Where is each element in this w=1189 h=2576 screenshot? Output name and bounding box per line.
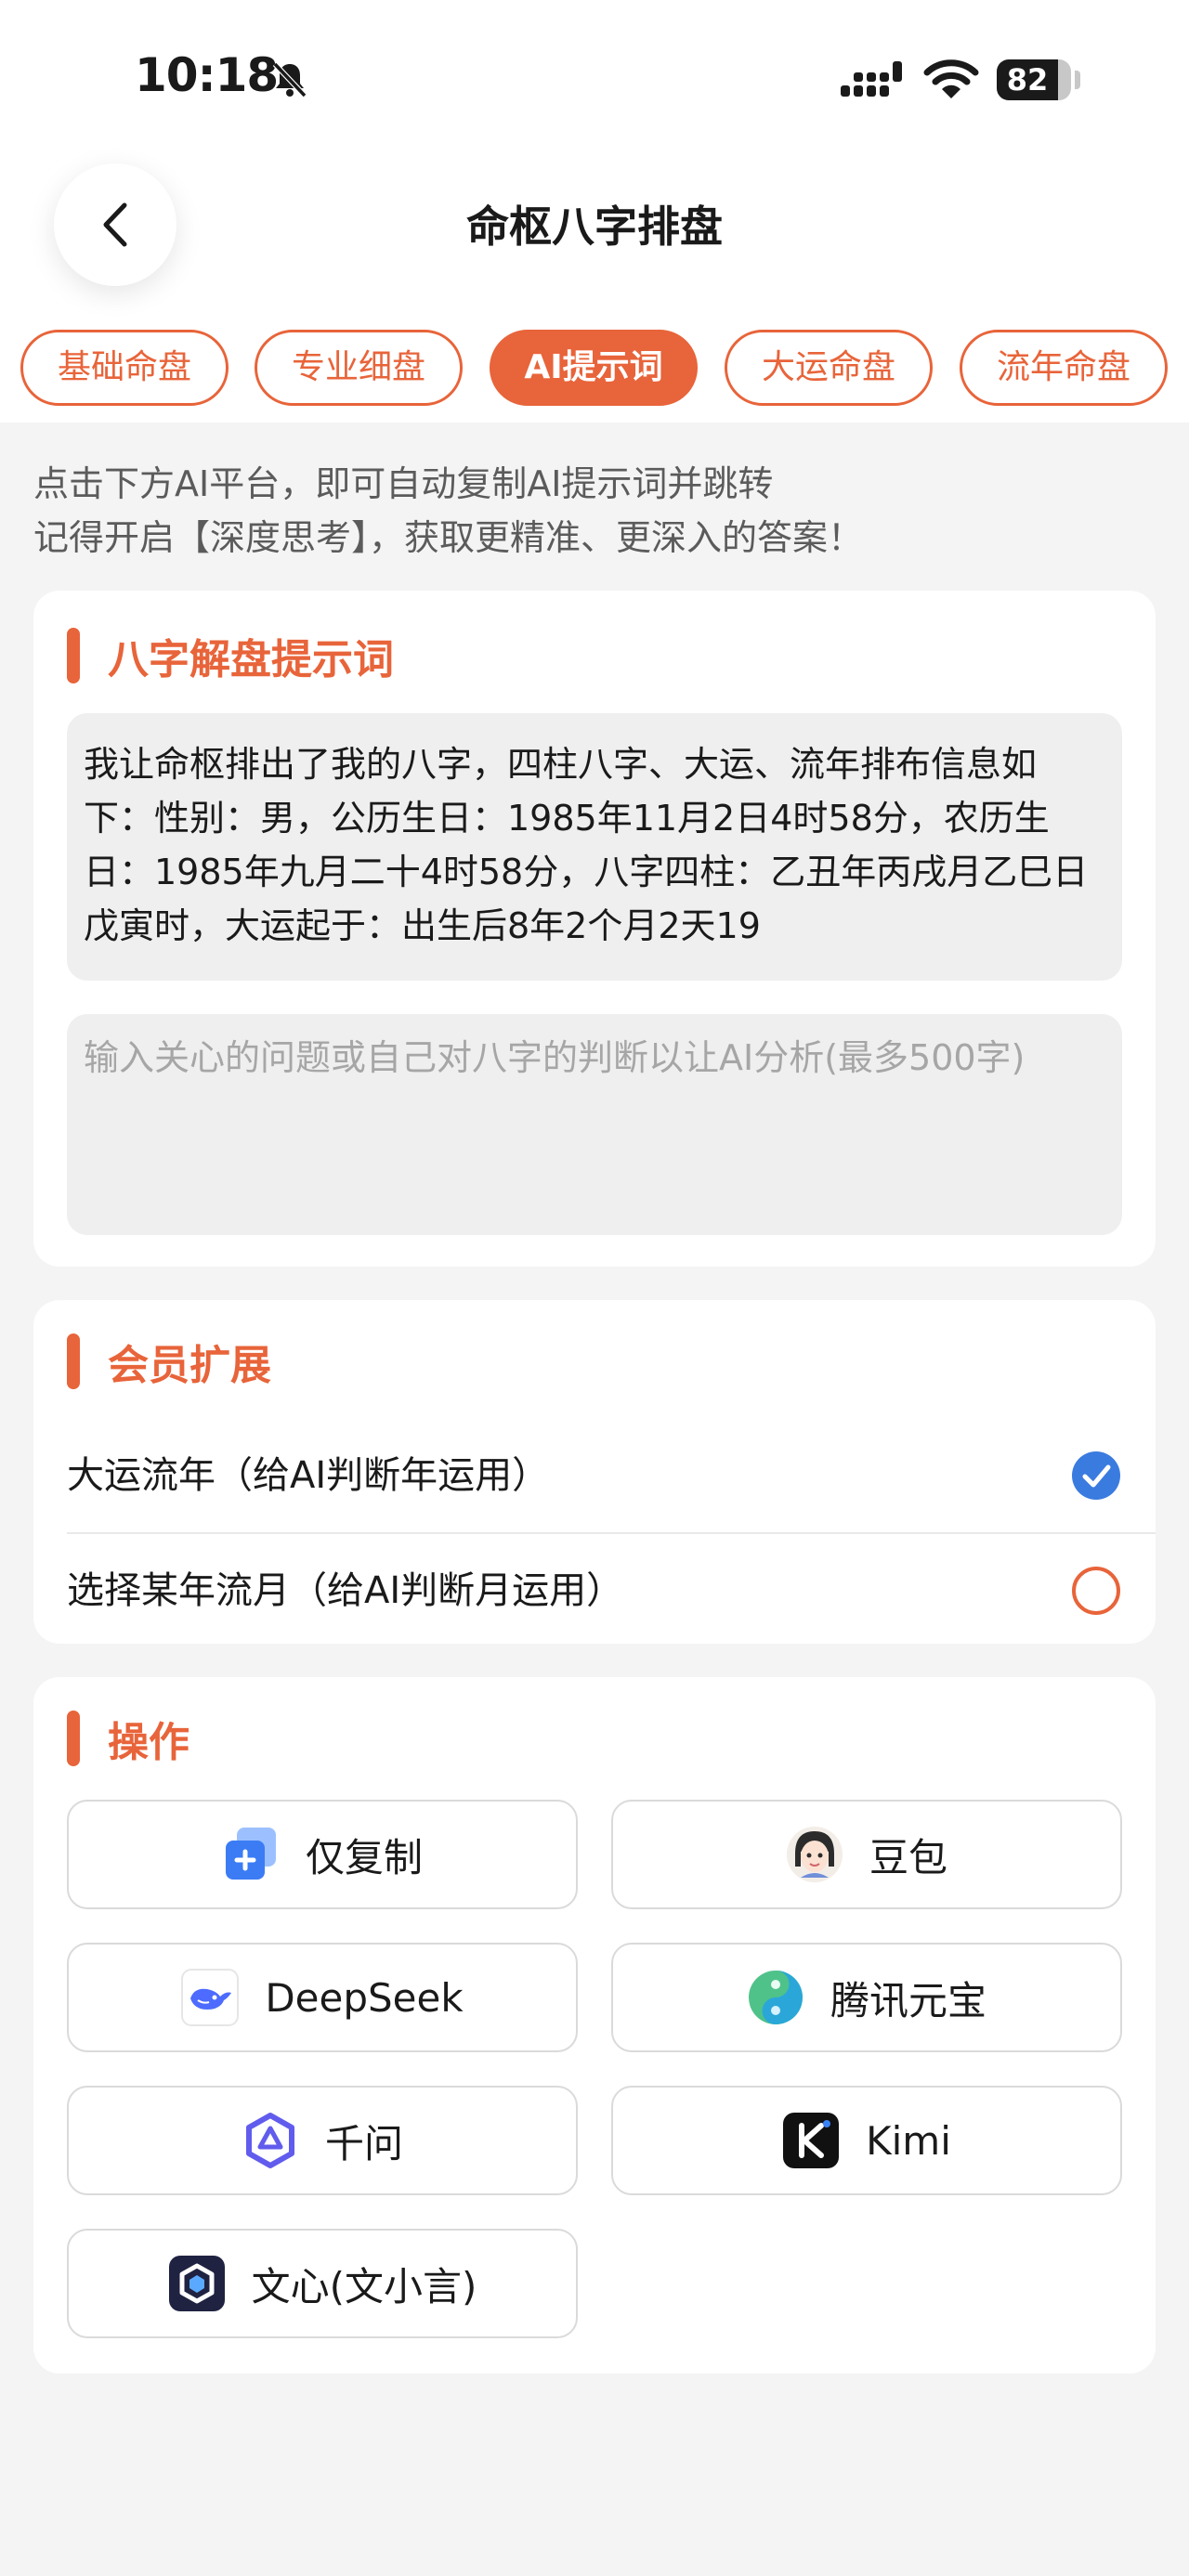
member-card: 会员扩展 大运流年（给AI判断年运用） 选择某年流月（给AI判断月运用） <box>33 1300 1156 1644</box>
prompt-section-title-text: 八字解盘提示词 <box>108 636 394 683</box>
tab-basic-chart[interactable]: 基础命盘 <box>20 330 229 406</box>
tab-dayun-chart[interactable]: 大运命盘 <box>725 330 933 406</box>
battery-cap <box>1075 71 1080 89</box>
section-accent-bar <box>67 628 80 683</box>
actions-section-title: 操作 <box>67 1711 189 1766</box>
member-section-title: 会员扩展 <box>67 1334 271 1389</box>
section-accent-bar <box>67 1711 80 1766</box>
option-label: 大运流年（给AI判断年运用） <box>67 1454 550 1497</box>
hint-line-1: 点击下方AI平台，即可自动复制AI提示词并跳转 <box>33 463 774 504</box>
option-label: 选择某年流月（给AI判断月运用） <box>67 1569 624 1612</box>
question-input[interactable] <box>67 1014 1122 1235</box>
wenxin-button[interactable]: 文心(文小言) <box>67 2229 578 2338</box>
tencent-yuanbao-button[interactable]: 腾讯元宝 <box>611 1943 1122 2052</box>
option-dayun-liunian[interactable]: 大运流年（给AI判断年运用） <box>33 1419 1156 1532</box>
kimi-label: Kimi <box>866 2117 951 2164</box>
kimi-icon <box>782 2112 840 2169</box>
hint-line-2: 记得开启【深度思考】，获取更精准、更深入的答案！ <box>33 517 864 558</box>
actions-card: 操作 仅复制 豆包 DeepSeek 腾讯元宝 千问 Kimi 文心(文小言) <box>33 1677 1156 2374</box>
doubao-avatar-icon <box>786 1826 843 1883</box>
qianwen-button[interactable]: 千问 <box>67 2086 578 2195</box>
copy-icon <box>222 1826 280 1883</box>
prompt-card: 八字解盘提示词 我让命枢排出了我的八字，四柱八字、大运、流年排布信息如下：性别：… <box>33 591 1156 1267</box>
checked-circle-icon <box>1072 1451 1120 1500</box>
section-accent-bar <box>67 1334 80 1389</box>
deepseek-whale-icon <box>181 1969 240 2026</box>
page-title: 命枢八字排盘 <box>466 202 723 252</box>
copy-only-label: 仅复制 <box>305 1834 423 1880</box>
status-time: 10:18 <box>135 48 279 102</box>
deepseek-label: DeepSeek <box>265 1974 464 2021</box>
kimi-button[interactable]: Kimi <box>611 2086 1122 2195</box>
unchecked-circle-icon <box>1072 1567 1120 1615</box>
battery-indicator: 82 <box>997 59 1071 100</box>
tab-ai-prompt[interactable]: AI提示词 <box>490 330 698 406</box>
qianwen-icon <box>242 2112 299 2169</box>
doubao-label: 豆包 <box>869 1834 947 1880</box>
wifi-icon <box>923 58 979 100</box>
battery-percent: 82 <box>1006 62 1049 98</box>
prompt-section-title: 八字解盘提示词 <box>67 628 394 683</box>
back-button[interactable] <box>54 163 176 286</box>
wenxin-label: 文心(文小言) <box>251 2263 477 2309</box>
tencent-yuanbao-label: 腾讯元宝 <box>830 1977 986 2023</box>
yuanbao-icon <box>747 1969 804 2026</box>
option-select-liuyue[interactable]: 选择某年流月（给AI判断月运用） <box>33 1534 1156 1647</box>
deepseek-button[interactable]: DeepSeek <box>67 1943 578 2052</box>
prompt-text-box[interactable]: 我让命枢排出了我的八字，四柱八字、大运、流年排布信息如下：性别：男，公历生日：1… <box>67 713 1122 981</box>
bell-muted-icon <box>269 59 310 100</box>
top-header-area: 10:18 82 命枢八字排盘 基础命盘 专业细盘 AI提示词 大运命盘 流年命… <box>0 0 1189 423</box>
tab-liunian-chart[interactable]: 流年命盘 <box>960 330 1168 406</box>
qianwen-label: 千问 <box>324 2120 403 2166</box>
cellular-signal-icon <box>841 61 906 98</box>
tab-bar: 基础命盘 专业细盘 AI提示词 大运命盘 流年命盘 <box>0 330 1189 406</box>
actions-section-title-text: 操作 <box>108 1719 189 1766</box>
doubao-button[interactable]: 豆包 <box>611 1800 1122 1909</box>
tab-pro-chart[interactable]: 专业细盘 <box>255 330 463 406</box>
copy-only-button[interactable]: 仅复制 <box>67 1800 578 1909</box>
wenxin-icon <box>168 2255 226 2312</box>
chevron-left-icon <box>103 202 127 247</box>
member-section-title-text: 会员扩展 <box>108 1342 271 1389</box>
